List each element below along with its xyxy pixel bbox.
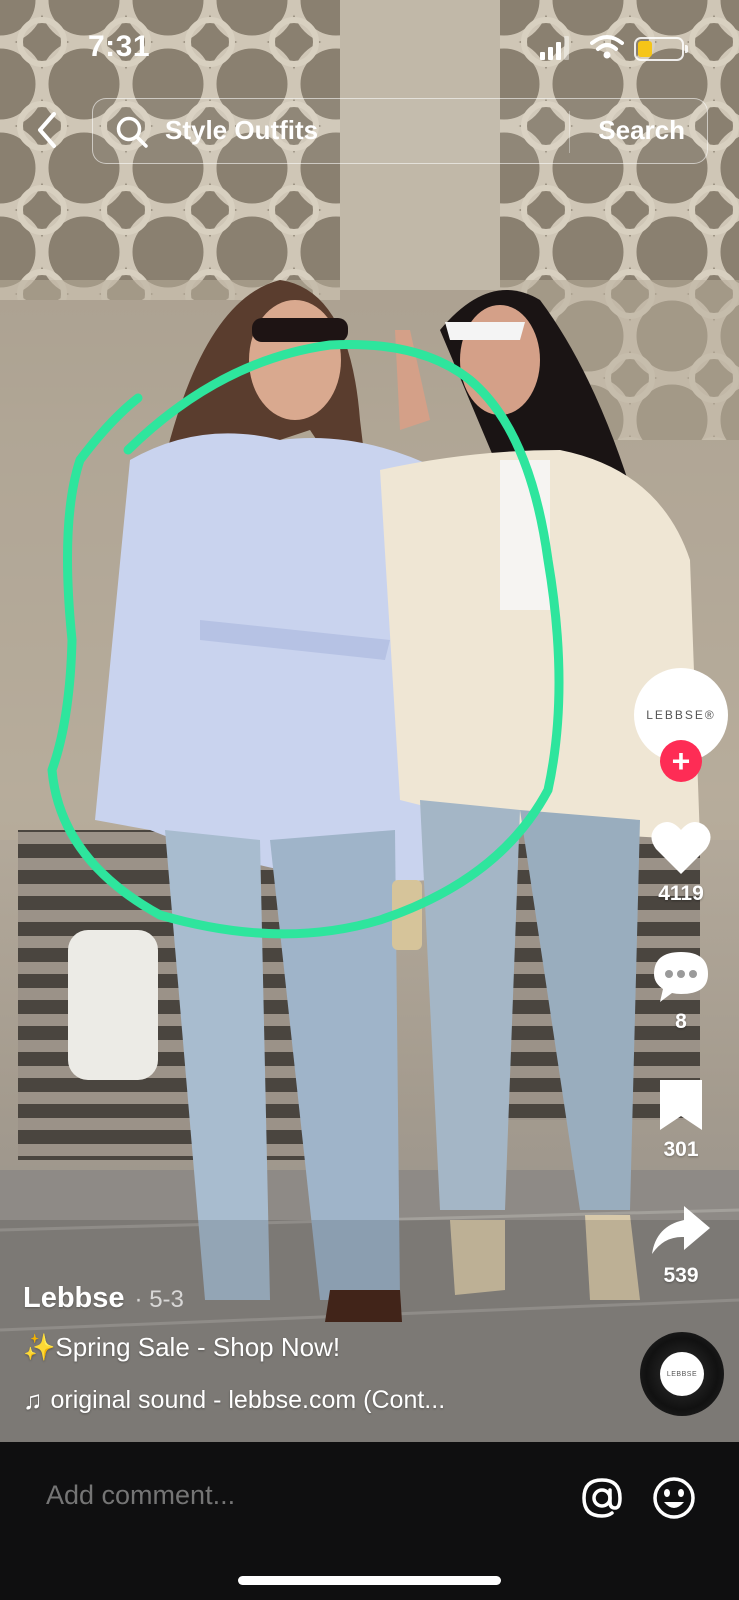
search-divider bbox=[569, 111, 570, 153]
battery-level bbox=[638, 41, 652, 57]
author-name[interactable]: Lebbse bbox=[23, 1282, 125, 1315]
video-description: ✨Spring Sale - Shop Now! bbox=[23, 1332, 341, 1362]
status-bar: 7:31 bbox=[0, 0, 739, 96]
search-button[interactable]: Search bbox=[598, 115, 685, 146]
bookmark-icon bbox=[660, 1080, 702, 1130]
save-count: 301 bbox=[663, 1138, 699, 1161]
home-indicator bbox=[238, 1576, 501, 1585]
comment-bar bbox=[0, 1442, 739, 1600]
at-icon[interactable] bbox=[580, 1476, 624, 1520]
search-bar[interactable]: Style Outfits Search bbox=[92, 98, 708, 164]
post-date: · 5-3 bbox=[134, 1286, 184, 1313]
follow-button[interactable]: + bbox=[660, 740, 702, 782]
disc-logo: LEBBSE bbox=[660, 1352, 704, 1396]
video-scene bbox=[0, 0, 739, 1442]
share-count: 539 bbox=[663, 1264, 699, 1287]
cellular-signal-icon bbox=[540, 36, 569, 60]
like-button[interactable]: 4119 bbox=[631, 820, 731, 906]
author-row: Lebbse · 5-3 bbox=[23, 1282, 184, 1315]
back-icon[interactable] bbox=[30, 108, 66, 152]
comment-button[interactable]: 8 bbox=[631, 948, 731, 1034]
share-icon bbox=[652, 1206, 710, 1254]
save-button[interactable]: 301 bbox=[631, 1076, 731, 1162]
search-icon bbox=[116, 116, 148, 148]
battery-icon bbox=[634, 37, 688, 61]
comment-icon bbox=[654, 952, 708, 1002]
avatar-logo-text: LEBBSE® bbox=[646, 708, 716, 722]
share-button[interactable]: 539 bbox=[631, 1204, 731, 1288]
status-time: 7:31 bbox=[88, 30, 151, 63]
sound-title: original sound - lebbse.com (Cont... bbox=[50, 1386, 446, 1414]
wifi-icon bbox=[590, 35, 624, 59]
like-count: 4119 bbox=[658, 882, 704, 905]
sound-link[interactable]: ♫ original sound - lebbse.com (Cont... bbox=[23, 1385, 445, 1416]
comment-input[interactable] bbox=[46, 1480, 526, 1511]
heart-icon bbox=[651, 821, 711, 874]
comment-count: 8 bbox=[675, 1010, 687, 1033]
music-disc[interactable]: LEBBSE bbox=[640, 1332, 724, 1416]
emoji-icon[interactable] bbox=[652, 1476, 696, 1520]
video-player[interactable] bbox=[0, 0, 739, 1442]
music-note-icon: ♫ bbox=[23, 1385, 43, 1415]
search-query[interactable]: Style Outfits bbox=[165, 115, 318, 146]
